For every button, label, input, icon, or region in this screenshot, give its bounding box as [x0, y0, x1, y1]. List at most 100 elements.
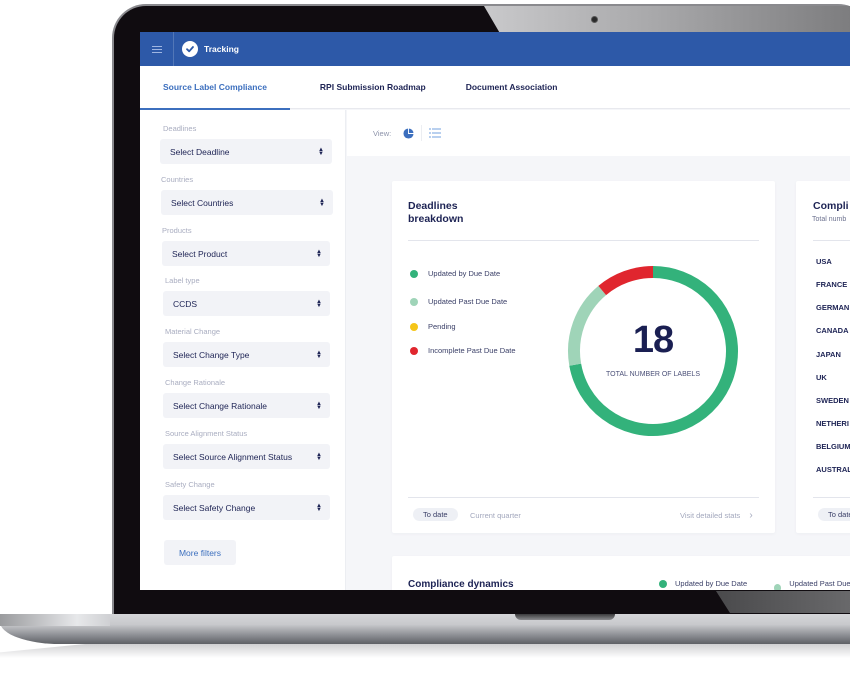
webcam	[591, 16, 598, 23]
list-icon[interactable]	[429, 128, 442, 138]
updown-arrow-icon: ▲ ▼	[316, 400, 322, 411]
tab-source-label-compliance[interactable]: Source Label Compliance	[140, 66, 290, 110]
compliance-card: Compli Total numb USA FRANCE GERMAN CANADA J…	[796, 181, 850, 533]
deadlines-breakdown-card: Deadlines breakdown Updated by Due Date …	[392, 181, 775, 533]
country-row: FRANCE	[816, 280, 848, 289]
legend-dot	[410, 346, 418, 355]
material-change-select[interactable]: Select Change Type ▲ ▼	[163, 342, 330, 367]
countries-select[interactable]: Select Countries ▲ ▼	[161, 190, 333, 215]
filter-label-material-change: Material Change	[165, 327, 221, 336]
country-row: CANADA	[816, 326, 849, 335]
legend-dot	[659, 579, 667, 588]
product-select[interactable]: Select Product ▲ ▼	[162, 241, 330, 266]
legend-item: Updated by Due Date	[659, 579, 747, 588]
legend-item: Updated Past Due Date	[410, 297, 507, 306]
country-row: USA	[816, 257, 832, 266]
country-row: JAPAN	[816, 350, 841, 359]
view-toolbar: View:	[347, 110, 850, 156]
donut-center: 18 TOTAL NUMBER OF LABELS	[566, 264, 740, 438]
view-label: View:	[373, 128, 392, 138]
card-footer-divider	[408, 497, 759, 498]
app-screen: Tracking Source Label Compliance RPI Sub…	[140, 32, 850, 590]
period-current-quarter-button[interactable]: Current quarter	[470, 511, 521, 520]
safety-change-select[interactable]: Select Safety Change ▲ ▼	[163, 495, 330, 520]
updown-arrow-icon: ▲ ▼	[316, 502, 322, 513]
screen-glare	[484, 6, 850, 32]
chevron-right-icon: ›	[749, 510, 753, 521]
legend-label: Updated by Due Date	[428, 269, 501, 278]
period-to-date-button[interactable]: To date	[818, 508, 850, 521]
total-labels-caption: TOTAL NUMBER OF LABELS	[605, 370, 700, 378]
laptop-notch	[515, 614, 615, 620]
updown-arrow-icon: ▲ ▼	[318, 146, 324, 157]
top-bar: Tracking	[140, 32, 850, 66]
legend-dot	[774, 584, 782, 590]
filter-label-source-alignment-status: Source Alignment Status	[165, 429, 248, 438]
card-title-line2: breakdown	[408, 213, 464, 225]
updown-arrow-icon: ▲ ▼	[316, 248, 322, 259]
laptop-base	[0, 614, 850, 644]
card-divider	[813, 240, 850, 241]
filter-label-label-type: Label type	[165, 276, 200, 285]
legend-label: Pending	[428, 322, 456, 331]
source-alignment-status-select[interactable]: Select Source Alignment Status ▲ ▼	[163, 444, 330, 469]
legend-label: Incomplete Past Due Date	[428, 346, 516, 355]
check-circle-icon	[182, 41, 198, 57]
country-row: NETHERI	[816, 419, 849, 428]
legend-label: Updated Past Due D	[789, 579, 850, 590]
select-value: CCDS	[173, 298, 198, 309]
filter-sidebar: Deadlines Select Deadline ▲ ▼ Countries Se…	[140, 110, 346, 590]
legend-label: Updated Past Due Date	[428, 297, 508, 306]
visit-detailed-stats-link[interactable]: Visit detailed stats ›	[680, 510, 753, 521]
select-value: Select Product	[172, 248, 228, 259]
legend-dot	[410, 297, 418, 306]
laptop-shadow	[0, 644, 850, 658]
card-title-line1: Deadlines	[408, 200, 458, 212]
updown-arrow-icon: ▲ ▼	[316, 349, 322, 360]
updown-arrow-icon: ▲ ▼	[319, 197, 325, 208]
select-value: Select Change Rationale	[173, 400, 268, 411]
legend-item: Updated Past Due D	[774, 579, 850, 590]
updown-arrow-icon: ▲ ▼	[316, 451, 322, 462]
laptop-base-highlight	[0, 614, 110, 626]
select-value: Select Countries	[171, 197, 234, 208]
filter-label-deadlines: Deadlines	[163, 124, 197, 133]
period-to-date-button[interactable]: To date	[413, 508, 458, 521]
select-value: Select Source Alignment Status	[173, 451, 293, 462]
filter-label-safety-change: Safety Change	[165, 480, 215, 489]
card-title: Compliance dynamics	[408, 579, 514, 590]
tab-bar: Source Label Compliance RPI Submission R…	[140, 66, 850, 110]
country-row: SWEDEN	[816, 396, 849, 405]
legend-item: Pending	[410, 322, 456, 331]
pie-chart-icon[interactable]	[403, 127, 414, 139]
legend-item: Incomplete Past Due Date	[410, 346, 516, 355]
app-title: Tracking	[204, 44, 239, 54]
change-rationale-select[interactable]: Select Change Rationale ▲ ▼	[163, 393, 330, 418]
hamburger-menu-icon[interactable]	[140, 32, 174, 66]
view-separator	[421, 125, 423, 141]
filter-label-change-rationale: Change Rationale	[165, 378, 226, 387]
legend-label: Updated by Due Date	[675, 579, 748, 588]
donut-chart: 18 TOTAL NUMBER OF LABELS	[566, 264, 740, 438]
card-title: Deadlines breakdown	[408, 200, 463, 226]
card-subtitle: Total numb	[812, 216, 847, 223]
select-value: Select Safety Change	[173, 502, 256, 513]
more-filters-button[interactable]: More filters	[164, 540, 236, 565]
card-footer-divider	[813, 497, 850, 498]
deadline-select[interactable]: Select Deadline ▲ ▼	[160, 139, 332, 164]
label-type-select[interactable]: CCDS ▲ ▼	[163, 291, 330, 316]
select-value: Select Change Type	[173, 349, 250, 360]
total-labels-count: 18	[632, 318, 674, 361]
country-row: UK	[816, 373, 827, 382]
tab-rpi-submission-roadmap[interactable]: RPI Submission Roadmap	[300, 66, 446, 109]
tab-document-association[interactable]: Document Association	[446, 66, 578, 109]
country-row: AUSTRAL	[816, 465, 850, 474]
legend-item: Updated by Due Date	[410, 269, 500, 278]
compliance-dynamics-card: Compliance dynamics Updated by Due Date …	[392, 556, 850, 590]
updown-arrow-icon: ▲ ▼	[316, 298, 322, 309]
filter-label-countries: Countries	[161, 175, 194, 184]
select-value: Select Deadline	[170, 146, 230, 157]
screen-glare-bottom	[716, 591, 850, 613]
card-title: Compli	[813, 200, 849, 212]
legend-dot	[410, 269, 418, 278]
